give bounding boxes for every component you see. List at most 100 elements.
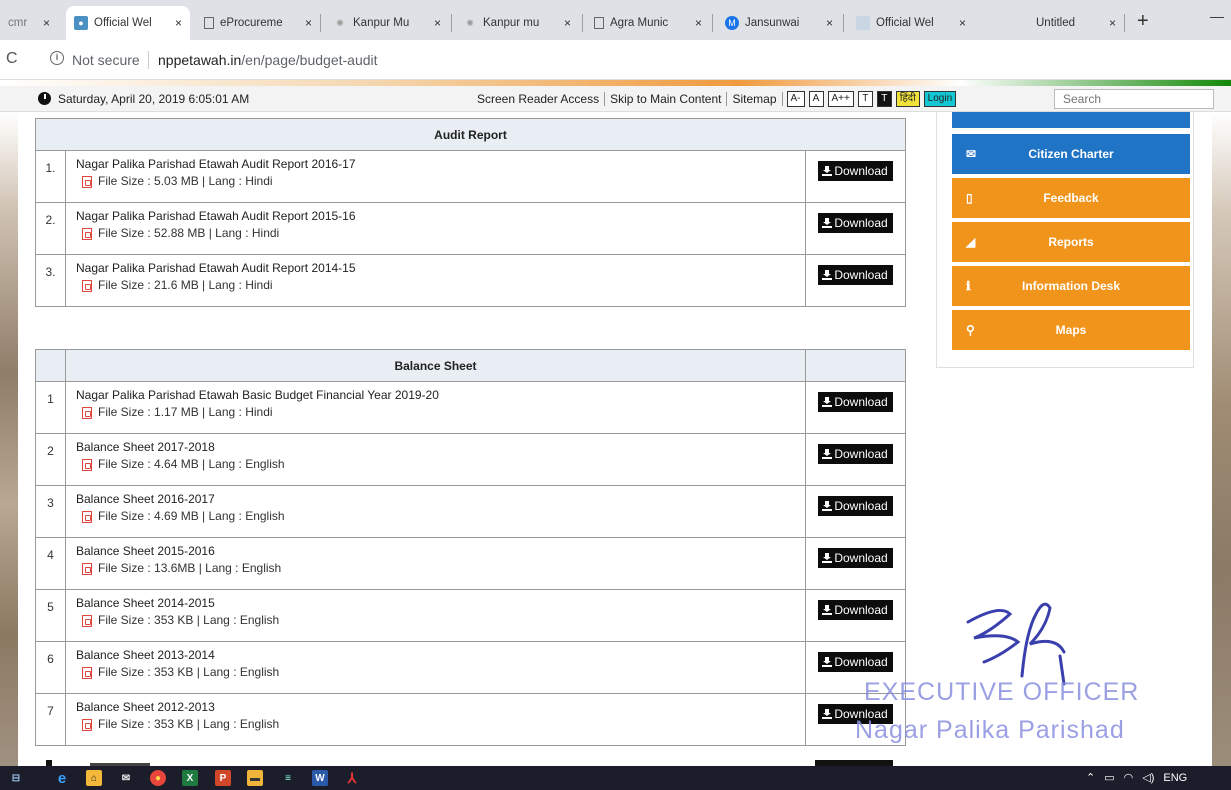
minimize-button[interactable]: — [1210, 8, 1224, 24]
table-heading-blank [35, 349, 66, 382]
download-button[interactable]: Download [818, 548, 893, 568]
theme-dark-button[interactable]: T [876, 91, 892, 107]
tab-close-icon[interactable]: × [959, 16, 966, 30]
file-explorer-icon[interactable]: ▬ [247, 770, 263, 786]
browser-tab[interactable]: Official Wel × [848, 6, 974, 40]
browser-tab-active[interactable]: ● Official Wel × [66, 6, 190, 40]
tab-separator [451, 14, 452, 32]
download-icon [822, 657, 833, 667]
browser-tab[interactable]: ✺ Kanpur Mu × [325, 6, 449, 40]
download-label: Download [834, 551, 888, 565]
font-normal-button[interactable]: A [808, 91, 824, 107]
hindi-language-button[interactable]: हिंदी [895, 91, 920, 107]
acrobat-icon[interactable]: ⅄ [344, 770, 360, 786]
edge-browser-icon[interactable]: e [54, 770, 70, 787]
login-button[interactable]: Login [923, 91, 957, 107]
download-label: Download [834, 603, 888, 617]
download-label: Download [834, 655, 888, 669]
battery-icon[interactable]: ▭ [1104, 771, 1114, 784]
volume-icon[interactable]: ◁) [1142, 771, 1154, 784]
info-icon[interactable]: i [50, 51, 64, 65]
url-field[interactable]: nppetawah.in/en/page/budget-audit [158, 52, 378, 68]
sidebar-item-information-desk[interactable]: ℹ Information Desk [952, 266, 1190, 306]
browser-tab[interactable]: Untitled × [1000, 6, 1124, 40]
download-label: Download [834, 395, 888, 409]
store-icon[interactable]: ⌂ [86, 770, 102, 786]
reload-icon[interactable]: C [6, 50, 18, 68]
tray-chevron-icon[interactable]: ⌃ [1086, 771, 1095, 784]
download-button[interactable]: Download [818, 213, 893, 233]
download-icon [822, 397, 833, 407]
browser-tab[interactable]: Agra Munic × [586, 6, 710, 40]
download-button[interactable]: Download [818, 392, 893, 412]
sidebar-item-reports[interactable]: ◢ Reports [952, 222, 1190, 262]
document-meta: File Size : 353 KB | Lang : English [82, 665, 795, 680]
task-view-icon[interactable]: ⊟ [8, 770, 24, 786]
download-button[interactable]: Download [818, 265, 893, 285]
tab-close-icon[interactable]: × [564, 16, 571, 30]
browser-tab[interactable]: ✺ Kanpur mu × [455, 6, 579, 40]
document-meta: File Size : 353 KB | Lang : English [82, 717, 795, 732]
page-content: Audit Report 1. Nagar Palika Parishad Et… [0, 112, 1231, 766]
download-button[interactable]: Download [818, 652, 893, 672]
download-cell: Download [805, 433, 906, 486]
browser-tab[interactable]: cmr × [0, 6, 58, 40]
font-decrease-button[interactable]: A- [786, 91, 805, 107]
download-icon [822, 270, 833, 280]
browser-tab[interactable]: eProcureme × [196, 6, 320, 40]
tab-close-icon[interactable]: × [1109, 16, 1116, 30]
new-tab-button[interactable]: + [1137, 11, 1149, 31]
mail-icon[interactable]: ✉ [118, 770, 134, 786]
skip-to-main-content-link[interactable]: Skip to Main Content [605, 92, 728, 106]
table-row: 2. Nagar Palika Parishad Etawah Audit Re… [35, 202, 906, 255]
tab-close-icon[interactable]: × [695, 16, 702, 30]
doc-icon [594, 17, 604, 29]
screen-reader-access-link[interactable]: Screen Reader Access [472, 92, 606, 106]
download-button[interactable]: Download [818, 444, 893, 464]
document-cell: Nagar Palika Parishad Etawah Audit Repor… [65, 202, 806, 255]
document-meta: File Size : 52.88 MB | Lang : Hindi [82, 226, 795, 241]
tab-separator [1124, 14, 1125, 32]
app-list-icon[interactable]: ≡ [280, 770, 296, 786]
security-label[interactable]: Not secure [72, 52, 140, 68]
tab-close-icon[interactable]: × [434, 16, 441, 30]
tab-close-icon[interactable]: × [826, 16, 833, 30]
tab-close-icon[interactable]: × [305, 16, 312, 30]
pdf-icon [82, 510, 92, 523]
file-meta-text: File Size : 353 KB | Lang : English [98, 665, 280, 679]
sidebar-item-partial[interactable] [952, 112, 1190, 128]
tab-title: Untitled [1036, 17, 1075, 29]
row-number: 7 [35, 693, 66, 746]
sidebar-item-feedback[interactable]: ▯ Feedback [952, 178, 1190, 218]
table-row: 5 Balance Sheet 2014-2015 File Size : 35… [35, 589, 906, 642]
info-icon: ℹ [966, 279, 971, 293]
sidebar-item-label: Feedback [1043, 191, 1099, 205]
official-stamp-line: Nagar Palika Parishad [855, 716, 1125, 744]
file-meta-text: File Size : 4.64 MB | Lang : English [98, 457, 285, 471]
sidebar-item-label: Maps [1055, 323, 1087, 337]
chrome-icon[interactable]: ● [150, 770, 166, 786]
tab-close-icon[interactable]: × [175, 16, 182, 30]
balance-sheet-table: Balance Sheet 1 Nagar Palika Parishad Et… [35, 349, 906, 746]
powerpoint-icon[interactable]: P [215, 770, 231, 786]
url-host: nppetawah.in [158, 52, 242, 68]
table-heading-blank [805, 349, 906, 382]
theme-light-button[interactable]: T [857, 91, 873, 107]
browser-tab[interactable]: M Jansunwai × [717, 6, 841, 40]
file-meta-text: File Size : 4.69 MB | Lang : English [98, 509, 285, 523]
search-input[interactable] [1054, 89, 1214, 109]
excel-icon[interactable]: X [182, 770, 198, 786]
download-button[interactable]: Download [818, 600, 893, 620]
font-increase-button[interactable]: A++ [827, 91, 854, 107]
sidebar-item-maps[interactable]: ⚲ Maps [952, 310, 1190, 350]
system-tray: ⌃ ▭ ◠ ◁) ENG [1086, 771, 1187, 785]
word-icon[interactable]: W [312, 770, 328, 786]
download-button[interactable]: Download [818, 161, 893, 181]
table-row: 1. Nagar Palika Parishad Etawah Audit Re… [35, 150, 906, 203]
sidebar-item-citizen-charter[interactable]: ✉ Citizen Charter [952, 134, 1190, 174]
download-button[interactable]: Download [818, 496, 893, 516]
language-indicator[interactable]: ENG [1163, 772, 1187, 784]
sitemap-link[interactable]: Sitemap [727, 92, 783, 106]
tab-close-icon[interactable]: × [43, 16, 50, 30]
wifi-icon[interactable]: ◠ [1124, 771, 1134, 784]
